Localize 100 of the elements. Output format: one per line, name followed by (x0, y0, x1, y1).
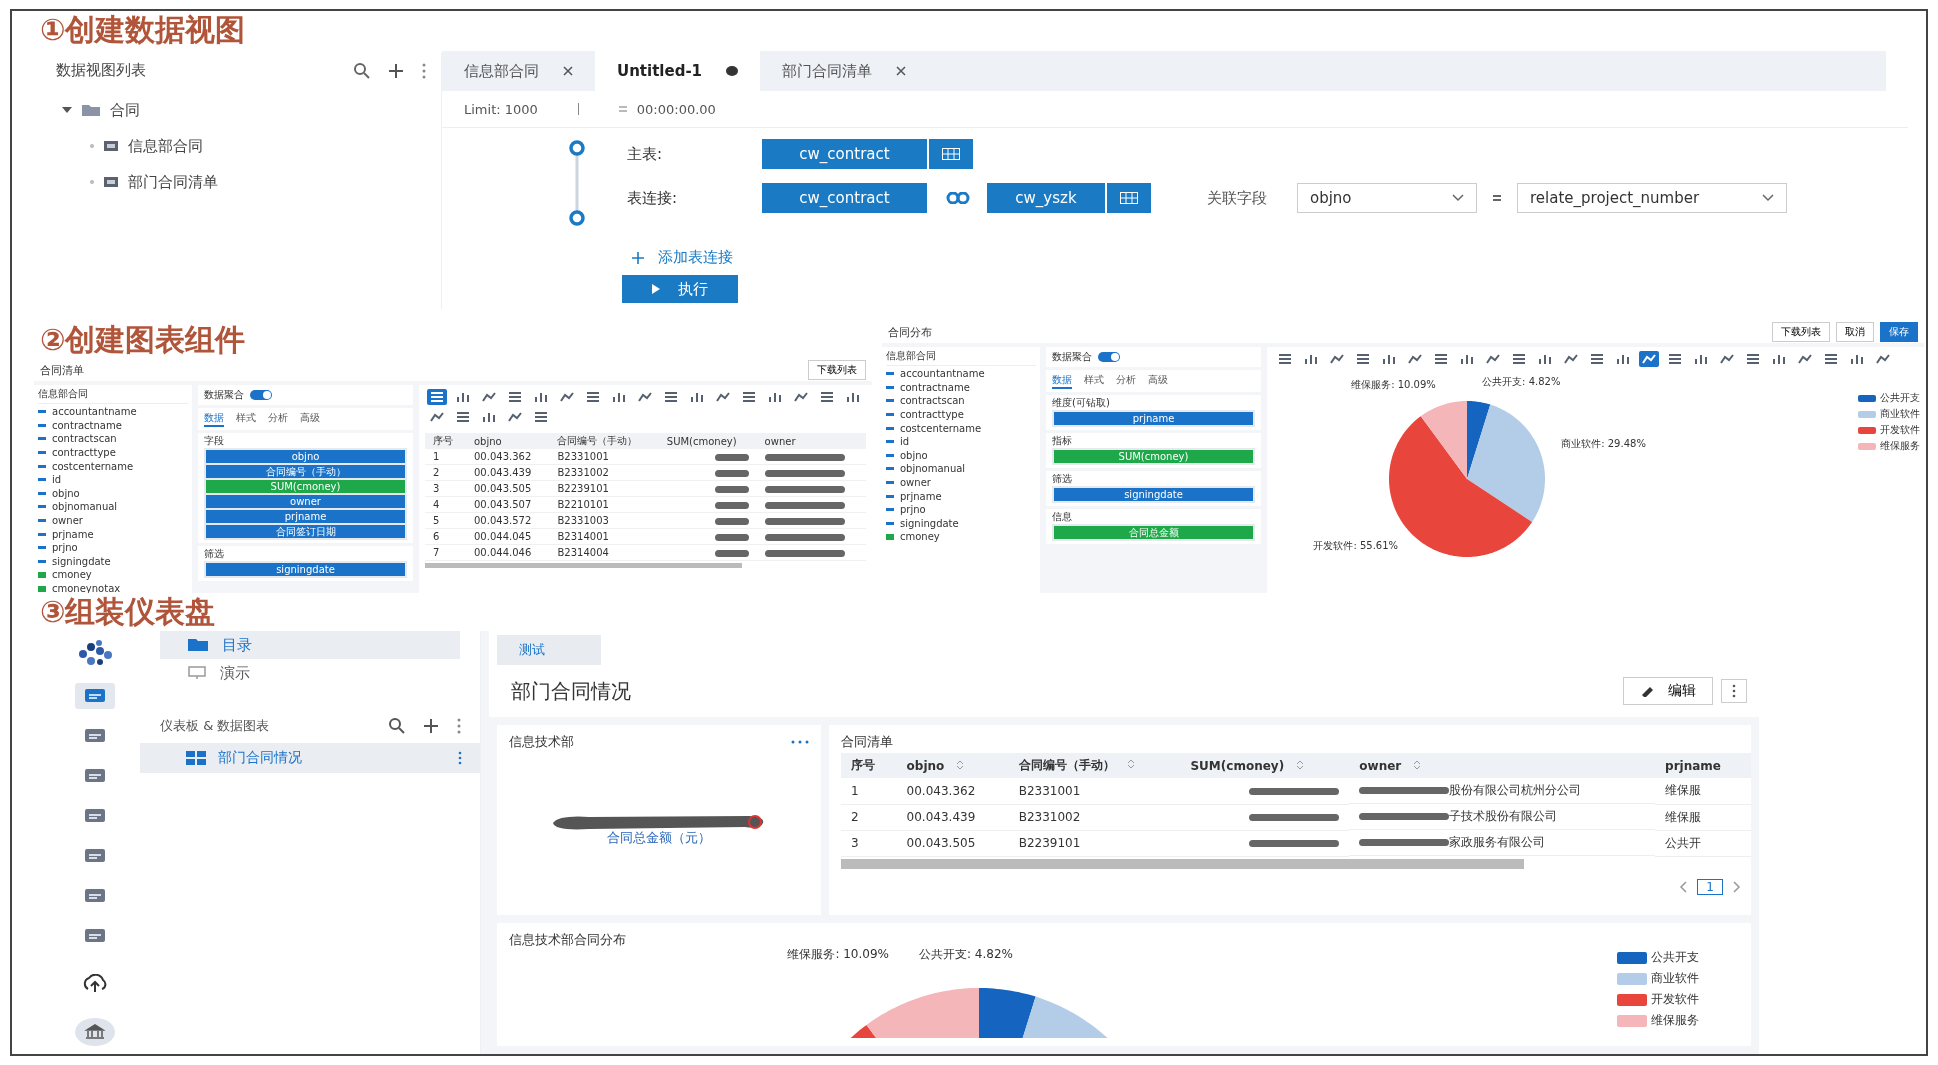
legend-item[interactable]: 维保服务 (1858, 439, 1920, 453)
field-chip[interactable]: owner (206, 495, 405, 508)
close-icon[interactable] (896, 66, 907, 76)
scrollbar[interactable] (841, 858, 1524, 869)
config-tab[interactable]: 高级 (1148, 373, 1168, 389)
config-tab[interactable]: 数据 (1052, 373, 1072, 389)
more-icon[interactable] (421, 62, 427, 79)
field-select[interactable]: objno (1297, 183, 1477, 213)
config-tab[interactable]: 样式 (1084, 373, 1104, 389)
column-header[interactable]: SUM(cmoney) (1180, 753, 1350, 778)
field-item[interactable]: signingdate (38, 554, 188, 569)
field-item[interactable]: id (886, 434, 1036, 449)
join-icon[interactable] (945, 192, 971, 204)
field-item[interactable]: contractscan (886, 394, 1036, 408)
field-item[interactable]: prjno (886, 502, 1036, 517)
field-select[interactable]: relate_project_number (1517, 183, 1787, 213)
field-item[interactable]: contracttype (38, 445, 188, 460)
field-item[interactable]: owner (38, 513, 188, 528)
source-select[interactable]: 信息部合同 (38, 387, 188, 404)
field-chip[interactable]: prjname (206, 510, 405, 523)
field-item[interactable]: costcentername (886, 421, 1036, 435)
field-chip[interactable]: signingdate (206, 563, 405, 576)
editor-tab[interactable]: 部门合同清单 (760, 51, 929, 91)
config-tab[interactable]: 高级 (300, 411, 320, 427)
chart-type-icon[interactable] (1639, 351, 1659, 367)
pie-slice[interactable] (1420, 401, 1467, 479)
legend-item[interactable]: 公共开支 (1858, 391, 1920, 405)
field-item[interactable]: signingdate (886, 516, 1036, 531)
config-tab[interactable]: 分析 (268, 411, 288, 427)
more-icon[interactable] (456, 718, 462, 734)
field-item[interactable]: cmoney (886, 530, 1036, 544)
field-item[interactable]: objnomanual (886, 462, 1036, 476)
column-header[interactable]: 合同编号（手动） (549, 433, 659, 449)
toolbar-button[interactable]: 保存 (1880, 322, 1918, 342)
cloud-upload-icon[interactable] (81, 974, 109, 994)
page-number[interactable]: 1 (1697, 878, 1723, 895)
field-chip[interactable]: 合同编号（手动） (206, 465, 405, 478)
source-select[interactable]: 信息部合同 (886, 349, 1036, 366)
field-item[interactable]: contractscan (38, 432, 188, 446)
field-item[interactable]: prjname (886, 489, 1036, 503)
dashboard-item[interactable]: 部门合同情况 (140, 743, 480, 773)
table-preview-button[interactable] (929, 139, 973, 169)
dashboard-tab[interactable]: 测试 (497, 635, 601, 665)
table-chip[interactable]: cw_contract (762, 139, 927, 169)
column-header[interactable]: SUM(cmoney) (658, 433, 757, 449)
config-tab[interactable]: 样式 (236, 411, 256, 427)
legend-item[interactable]: 商业软件 (1858, 407, 1920, 421)
legend-item[interactable]: 开发软件 (1617, 991, 1699, 1008)
field-chip[interactable]: signingdate (1054, 488, 1253, 501)
add-icon[interactable] (387, 61, 405, 80)
field-item[interactable]: contracttype (886, 407, 1036, 422)
legend-item[interactable]: 开发软件 (1858, 423, 1920, 437)
column-header[interactable]: 序号 (425, 433, 466, 449)
close-icon[interactable] (563, 66, 573, 76)
field-item[interactable]: prjname (38, 527, 188, 541)
pie-slice[interactable] (1467, 401, 1491, 479)
search-icon[interactable] (353, 61, 371, 80)
toolbar-button[interactable]: 取消 (1836, 322, 1874, 342)
column-header[interactable]: objno (466, 433, 550, 449)
editor-tab[interactable]: Untitled-1 (595, 51, 761, 91)
field-item[interactable]: prjno (38, 540, 188, 555)
field-item[interactable]: contractname (886, 380, 1036, 395)
chart-type-icon[interactable] (427, 389, 447, 405)
column-header[interactable]: 合同编号（手动） (1008, 753, 1181, 778)
add-icon[interactable] (422, 717, 440, 735)
edit-button[interactable]: 编辑 (1623, 677, 1713, 705)
legend-item[interactable]: 维保服务 (1617, 1012, 1699, 1029)
field-chip[interactable]: 合同签订日期 (206, 525, 405, 538)
tree-item[interactable]: 信息部合同 (56, 128, 427, 164)
legend-item[interactable]: 商业软件 (1617, 970, 1699, 987)
legend-item[interactable]: 公共开支 (1617, 949, 1699, 966)
aggregate-toggle[interactable] (250, 390, 272, 400)
tree-item[interactable]: 部门合同清单 (56, 164, 427, 200)
more-icon[interactable] (791, 740, 809, 744)
field-item[interactable]: objnomanual (38, 500, 188, 514)
editor-tab[interactable]: 信息部合同 (442, 51, 595, 91)
column-header[interactable]: 序号 (841, 753, 897, 778)
field-item[interactable]: cmoney (38, 568, 188, 582)
config-tab[interactable]: 分析 (1116, 373, 1136, 389)
add-join-link[interactable]: 添加表连接 (632, 248, 733, 267)
column-header[interactable]: owner (756, 433, 866, 449)
field-item[interactable]: objno (886, 448, 1036, 463)
table-chip[interactable]: cw_contract (762, 183, 927, 213)
aggregate-toggle[interactable] (1098, 352, 1120, 362)
table-preview-button[interactable] (1107, 183, 1151, 213)
download-button[interactable]: 下载列表 (808, 360, 866, 380)
previous-page-icon[interactable] (1679, 880, 1688, 893)
column-header[interactable]: owner (1349, 753, 1656, 778)
column-header[interactable]: prjname (1655, 753, 1751, 778)
run-button[interactable]: 执行 (622, 275, 738, 303)
field-item[interactable]: objno (38, 486, 188, 501)
field-chip[interactable]: objno (206, 450, 405, 463)
nav-item[interactable]: 目录 (160, 631, 460, 659)
search-icon[interactable] (388, 717, 406, 735)
more-icon[interactable] (458, 751, 462, 765)
field-item[interactable]: id (38, 472, 188, 487)
field-chip[interactable]: prjname (1054, 412, 1253, 425)
field-item[interactable]: accountantname (886, 367, 1036, 381)
toolbar-button[interactable]: 下载列表 (1772, 322, 1830, 342)
field-item[interactable]: owner (886, 475, 1036, 490)
